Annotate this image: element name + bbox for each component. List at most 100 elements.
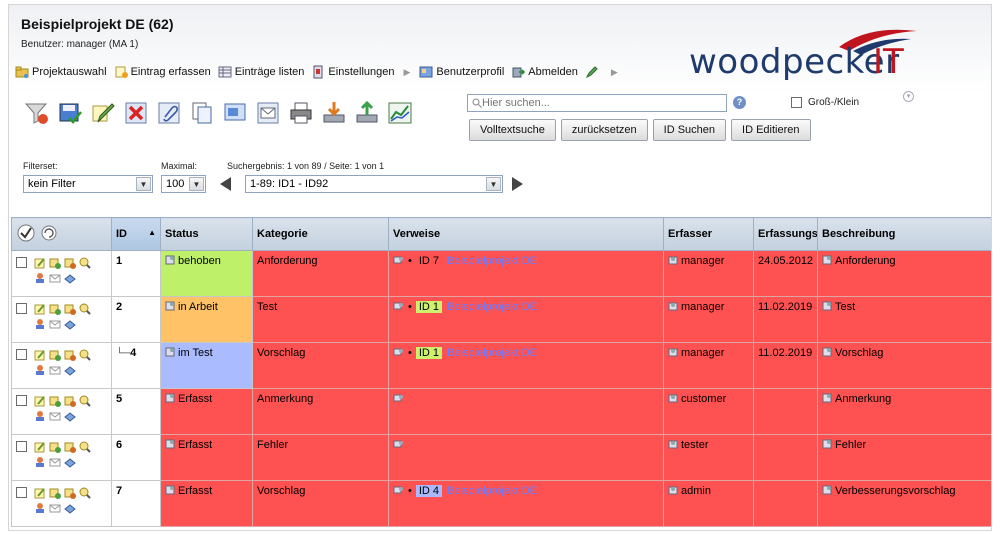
- result-range-select[interactable]: 1-89: ID1 - ID92 ▼: [245, 175, 503, 193]
- search-input[interactable]: [482, 97, 717, 109]
- user-assign-icon[interactable]: [34, 502, 46, 514]
- statistics-button[interactable]: [386, 99, 414, 127]
- link-icon[interactable]: [393, 439, 404, 449]
- id-edit-button[interactable]: ID Editieren: [731, 119, 811, 141]
- mail-icon[interactable]: [49, 318, 61, 330]
- entry-id[interactable]: 4: [130, 347, 136, 359]
- mail-icon[interactable]: [49, 410, 61, 422]
- forward-icon[interactable]: [64, 349, 76, 361]
- mail-icon[interactable]: [49, 502, 61, 514]
- menu-projektauswahl[interactable]: Projektauswahl: [15, 65, 107, 79]
- table-row[interactable]: 6 Erfasst Fehler • tester Fehler: [11, 434, 991, 481]
- view-icon[interactable]: [79, 487, 91, 499]
- reference-project-link[interactable]: Beispielprojekt DE: [447, 255, 537, 267]
- filterset-select[interactable]: kein Filter ▼: [23, 175, 153, 193]
- table-row[interactable]: 2 in Arbeit Test • ID 1 Beispielprojekt D…: [11, 296, 991, 343]
- reference-project-link[interactable]: Beispielprojekt DE: [447, 347, 537, 359]
- user-assign-icon[interactable]: [34, 456, 46, 468]
- row-checkbox[interactable]: [16, 303, 27, 314]
- entry-id[interactable]: 7: [116, 485, 122, 497]
- case-sensitive-checkbox[interactable]: [791, 97, 802, 108]
- view-icon[interactable]: [79, 441, 91, 453]
- reference-project-link[interactable]: Beispielprojekt DE: [447, 485, 537, 497]
- link-icon[interactable]: [393, 255, 404, 265]
- mail-icon[interactable]: [49, 272, 61, 284]
- reset-button[interactable]: zurücksetzen: [560, 119, 648, 141]
- row-checkbox[interactable]: [16, 395, 27, 406]
- edit-icon[interactable]: [34, 395, 46, 407]
- reference-id[interactable]: ID 1: [415, 347, 443, 359]
- reference-project-link[interactable]: Beispielprojekt DE: [447, 301, 537, 313]
- history-icon[interactable]: [64, 364, 76, 376]
- column-header-id[interactable]: ID ▲: [111, 217, 161, 251]
- user-assign-icon[interactable]: [34, 364, 46, 376]
- add-comment-icon[interactable]: [49, 395, 61, 407]
- menu-extra[interactable]: [585, 65, 602, 79]
- forward-icon[interactable]: [64, 487, 76, 499]
- add-comment-icon[interactable]: [49, 349, 61, 361]
- history-icon[interactable]: [64, 272, 76, 284]
- edit-icon[interactable]: [34, 487, 46, 499]
- help-icon[interactable]: ?: [733, 96, 746, 109]
- id-search-button[interactable]: ID Suchen: [652, 119, 727, 141]
- attach-button[interactable]: [155, 99, 183, 127]
- menu-einstellungen[interactable]: Einstellungen: [311, 65, 394, 79]
- forward-icon[interactable]: [64, 441, 76, 453]
- add-comment-icon[interactable]: [49, 487, 61, 499]
- menu-eintrag-erfassen[interactable]: Eintrag erfassen: [114, 65, 211, 79]
- column-header-kategorie[interactable]: Kategorie: [252, 217, 389, 251]
- reference-id[interactable]: ID 1: [415, 301, 443, 313]
- print-button[interactable]: [287, 99, 315, 127]
- filter-button[interactable]: [23, 99, 51, 127]
- column-header-erfassungsdatum[interactable]: Erfassungsdatum: [753, 217, 818, 251]
- table-row[interactable]: 5 Erfasst Anmerkung • customer Anmerkung: [11, 388, 991, 435]
- fulltext-search-button[interactable]: Volltextsuche: [469, 119, 556, 141]
- view-icon[interactable]: [79, 303, 91, 315]
- add-comment-icon[interactable]: [49, 441, 61, 453]
- forward-icon[interactable]: [64, 257, 76, 269]
- table-row[interactable]: └─4 im Test Vorschlag • ID 1 Beispielproj…: [11, 342, 991, 389]
- entry-id[interactable]: 2: [116, 301, 122, 313]
- case-sensitive-toggle[interactable]: Groß-/Klein: [791, 97, 859, 108]
- forward-icon[interactable]: [64, 303, 76, 315]
- next-page-icon[interactable]: [512, 177, 523, 191]
- mail-icon[interactable]: [49, 456, 61, 468]
- save-button[interactable]: [56, 99, 84, 127]
- email-button[interactable]: [254, 99, 282, 127]
- edit-multiple-button[interactable]: [89, 99, 117, 127]
- row-checkbox[interactable]: [16, 257, 27, 268]
- user-assign-icon[interactable]: [34, 318, 46, 330]
- row-checkbox[interactable]: [16, 441, 27, 452]
- previous-page-icon[interactable]: [220, 177, 231, 191]
- reference-id[interactable]: ID 4: [415, 485, 443, 497]
- link-icon[interactable]: [393, 485, 404, 495]
- edit-icon[interactable]: [34, 441, 46, 453]
- column-header-beschreibung[interactable]: Beschreibung: [817, 217, 991, 251]
- view-icon[interactable]: [79, 349, 91, 361]
- refresh-icon[interactable]: [40, 224, 58, 242]
- table-row[interactable]: 7 Erfasst Vorschlag • ID 4 Beispielprojek…: [11, 480, 991, 527]
- entry-id[interactable]: 1: [116, 255, 122, 267]
- history-icon[interactable]: [64, 410, 76, 422]
- row-checkbox[interactable]: [16, 349, 27, 360]
- upload-button[interactable]: [353, 99, 381, 127]
- max-select[interactable]: 100 ▼: [161, 175, 206, 193]
- checkmark-circle-icon[interactable]: [16, 223, 36, 243]
- download-button[interactable]: [320, 99, 348, 127]
- export-button[interactable]: [221, 99, 249, 127]
- user-assign-icon[interactable]: [34, 272, 46, 284]
- column-header-status[interactable]: Status: [160, 217, 253, 251]
- add-comment-icon[interactable]: [49, 257, 61, 269]
- mail-icon[interactable]: [49, 364, 61, 376]
- edit-icon[interactable]: [34, 257, 46, 269]
- link-icon[interactable]: [393, 393, 404, 403]
- column-header-verweise[interactable]: Verweise: [388, 217, 664, 251]
- column-header-erfasser[interactable]: Erfasser: [663, 217, 754, 251]
- link-icon[interactable]: [393, 301, 404, 311]
- menu-eintraege-listen[interactable]: Einträge listen: [218, 65, 304, 79]
- row-checkbox[interactable]: [16, 487, 27, 498]
- edit-icon[interactable]: [34, 303, 46, 315]
- search-field[interactable]: [467, 94, 727, 112]
- table-row[interactable]: 1 behoben Anforderung • ID 7 Beispielproj…: [11, 250, 991, 297]
- entry-id[interactable]: 6: [116, 439, 122, 451]
